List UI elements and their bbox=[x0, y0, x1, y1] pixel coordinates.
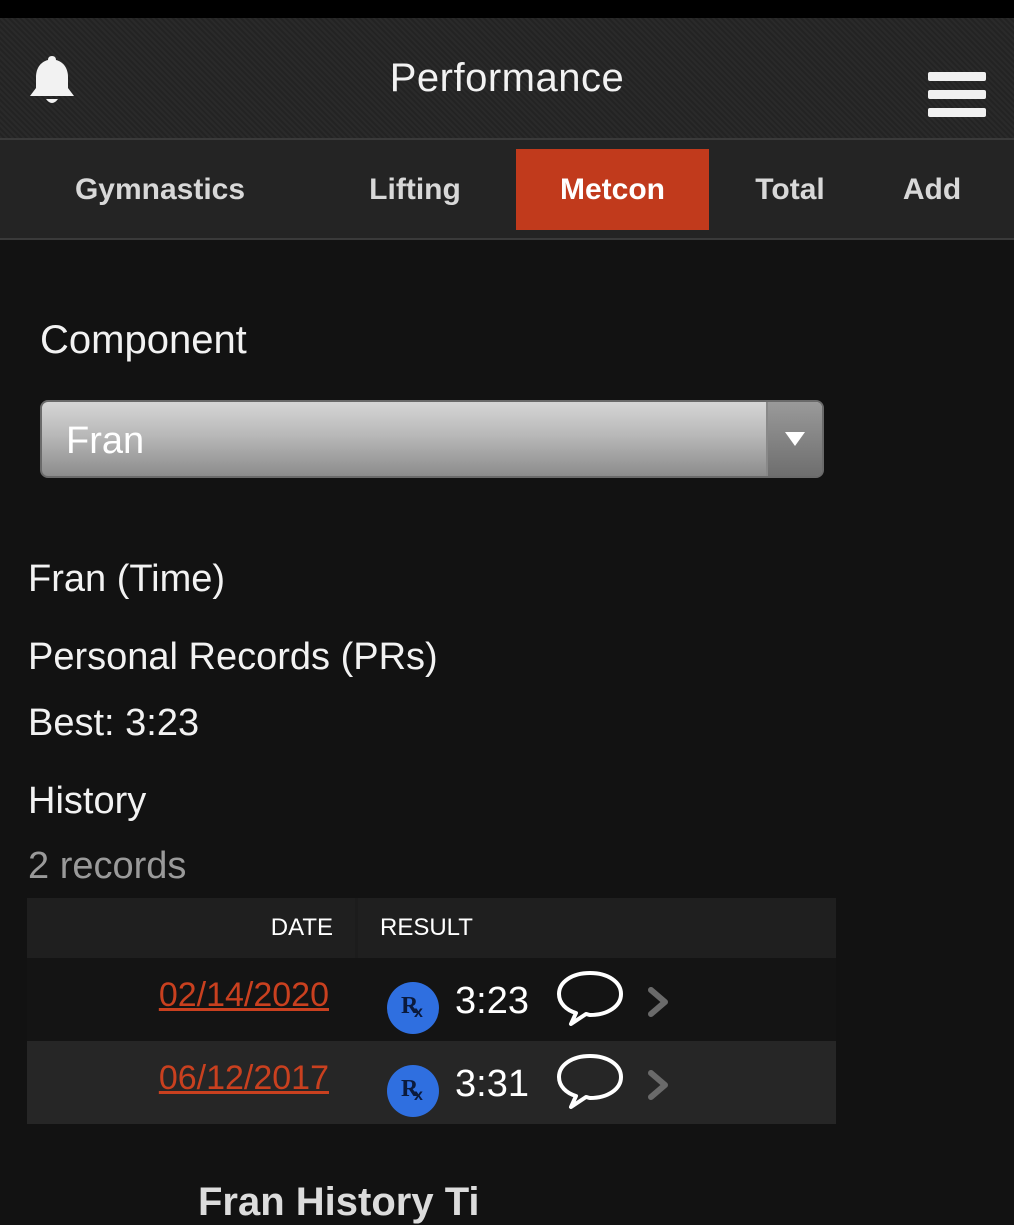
result-value: 3:23 bbox=[455, 980, 529, 1022]
table-header: DATE RESULT bbox=[27, 898, 836, 958]
date-link[interactable]: 02/14/2020 bbox=[27, 976, 329, 1015]
component-select-value: Fran bbox=[66, 420, 145, 462]
status-bar bbox=[0, 0, 1014, 18]
rx-badge: Rx bbox=[387, 1065, 439, 1117]
tab-add[interactable]: Add bbox=[880, 149, 984, 230]
rx-badge-x: x bbox=[414, 1004, 423, 1021]
table-row[interactable]: 06/12/2017 Rx 3:31 bbox=[27, 1041, 836, 1124]
component-select[interactable]: Fran bbox=[40, 400, 824, 478]
dropdown-button[interactable] bbox=[766, 402, 822, 476]
section-heading-peek: Fran History Ti bbox=[198, 1180, 480, 1224]
speech-bubble-icon[interactable] bbox=[555, 968, 625, 1028]
component-label: Component bbox=[40, 318, 247, 362]
rx-badge: Rx bbox=[387, 982, 439, 1034]
chevron-right-icon[interactable] bbox=[645, 984, 673, 1020]
hamburger-menu-icon[interactable] bbox=[928, 72, 986, 122]
tab-metcon[interactable]: Metcon bbox=[516, 149, 709, 230]
workout-title: Fran (Time) bbox=[28, 558, 226, 600]
tab-gymnastics[interactable]: Gymnastics bbox=[40, 149, 280, 230]
rx-badge-x: x bbox=[414, 1087, 423, 1104]
best-result: Best: 3:23 bbox=[28, 702, 200, 744]
result-value: 3:31 bbox=[455, 1063, 529, 1105]
history-table: DATE RESULT 02/14/2020 Rx 3:23 06/12/201… bbox=[27, 898, 836, 1124]
tab-total[interactable]: Total bbox=[725, 149, 855, 230]
page-title: Performance bbox=[389, 56, 625, 100]
history-heading: History bbox=[28, 780, 147, 822]
app-header: Performance bbox=[0, 18, 1014, 140]
record-count: 2 records bbox=[28, 845, 187, 887]
speech-bubble-icon[interactable] bbox=[555, 1051, 625, 1111]
column-header-date[interactable]: DATE bbox=[27, 898, 355, 958]
caret-down-icon bbox=[785, 432, 805, 446]
chevron-right-icon[interactable] bbox=[645, 1067, 673, 1103]
column-header-result[interactable]: RESULT bbox=[358, 898, 836, 958]
date-link[interactable]: 06/12/2017 bbox=[27, 1059, 329, 1098]
tab-lifting[interactable]: Lifting bbox=[330, 149, 500, 230]
pr-heading: Personal Records (PRs) bbox=[28, 636, 438, 678]
tab-bar: Gymnastics Lifting Metcon Total Add bbox=[0, 140, 1014, 240]
table-row[interactable]: 02/14/2020 Rx 3:23 bbox=[27, 958, 836, 1041]
